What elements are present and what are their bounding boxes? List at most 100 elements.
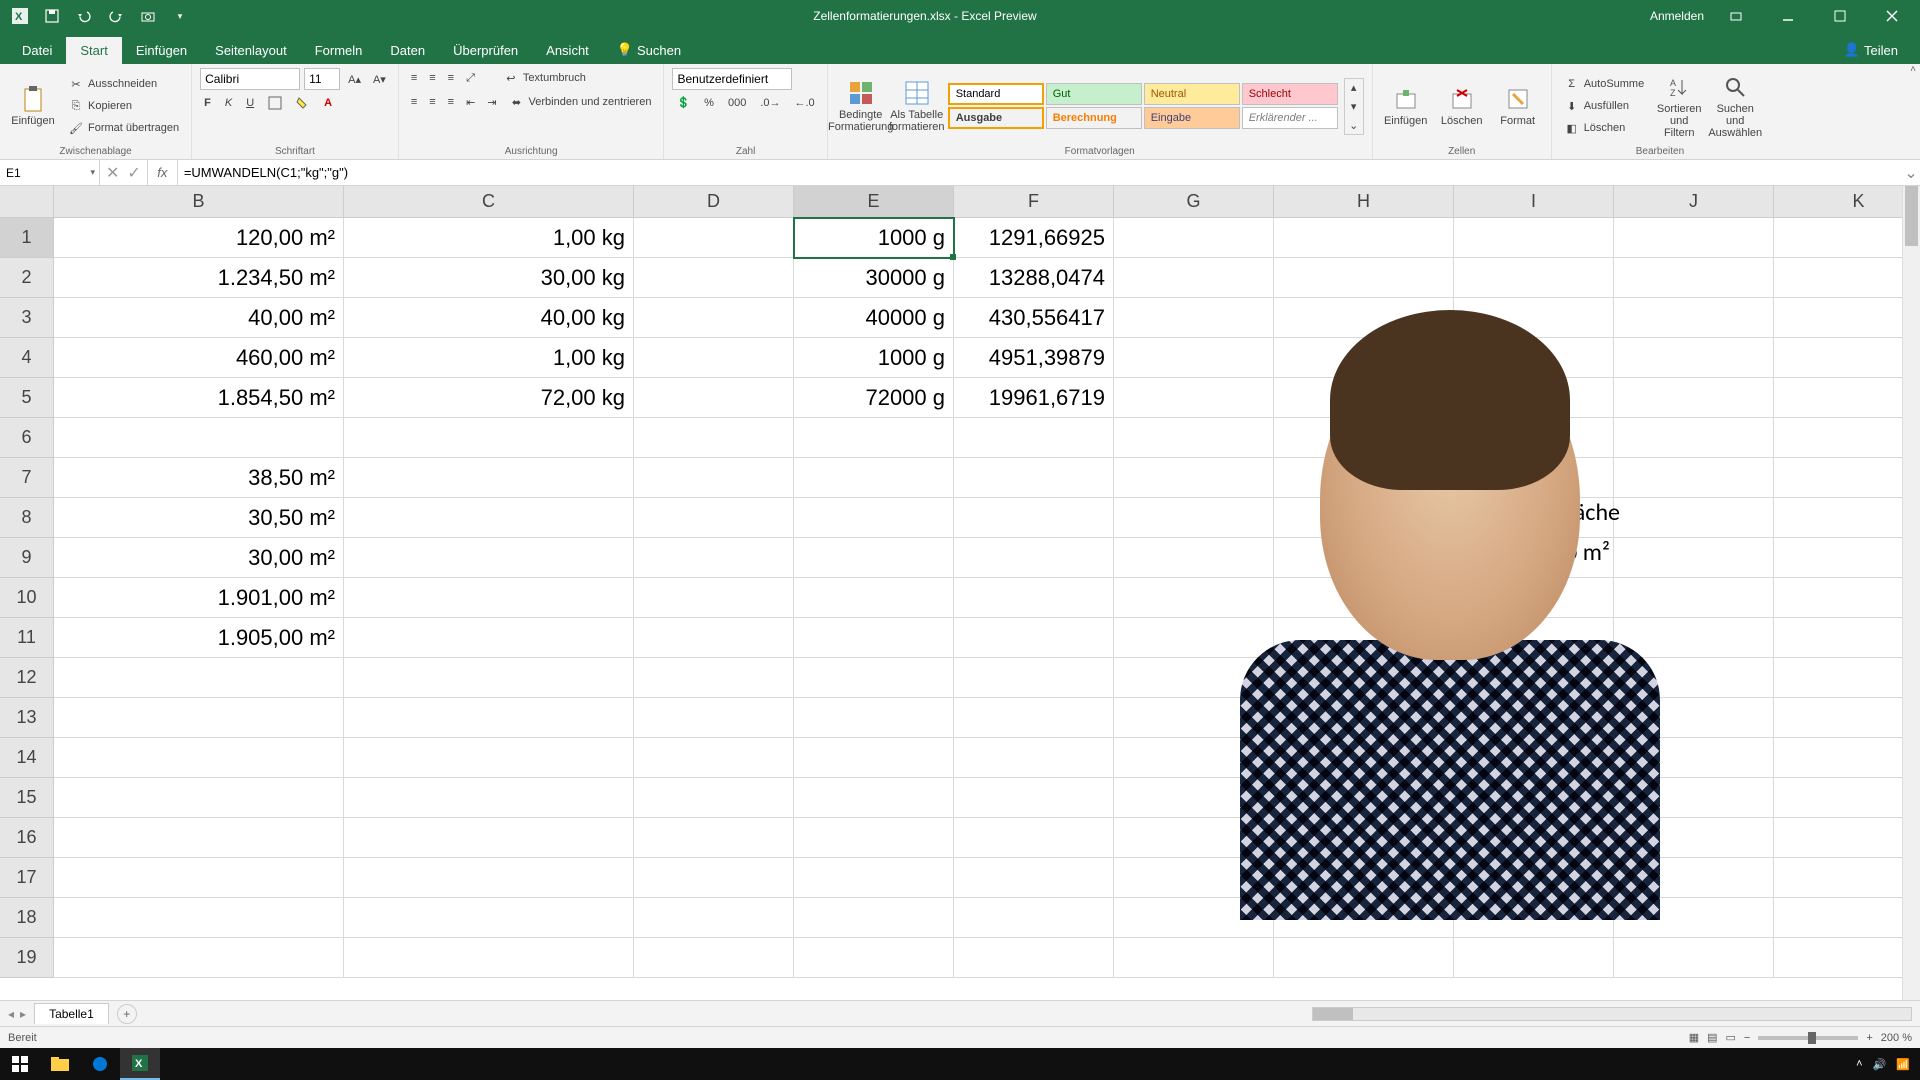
cell[interactable] [1774, 778, 1920, 818]
comma-icon[interactable]: 000 [724, 94, 750, 111]
cell[interactable] [954, 938, 1114, 978]
collapse-ribbon-icon[interactable]: ˄ [1910, 64, 1916, 75]
tab-daten[interactable]: Daten [376, 37, 439, 64]
sheet-nav-first-icon[interactable]: ◂ [8, 1007, 14, 1021]
cell[interactable] [1614, 578, 1774, 618]
cell[interactable] [344, 658, 634, 698]
align-bottom-icon[interactable]: ≡ [444, 70, 458, 86]
decrease-decimal-icon[interactable]: ←.0 [791, 94, 819, 111]
style-eingabe[interactable]: Eingabe [1144, 107, 1240, 129]
tab-seitenlayout[interactable]: Seitenlayout [201, 37, 301, 64]
cell[interactable] [1454, 658, 1614, 698]
cell[interactable]: 30,00 kg [344, 258, 634, 298]
cell[interactable]: 72,00 kg [344, 378, 634, 418]
cell[interactable] [1274, 898, 1454, 938]
cell[interactable] [1614, 378, 1774, 418]
column-header[interactable]: D [634, 186, 794, 218]
cell[interactable] [794, 498, 954, 538]
decrease-indent-icon[interactable]: ⇤ [462, 94, 479, 111]
row-header[interactable]: 7 [0, 458, 54, 498]
cell[interactable] [1614, 298, 1774, 338]
percent-icon[interactable]: % [700, 94, 718, 111]
cell[interactable]: 1.905,00 m² [54, 618, 344, 658]
font-name-select[interactable] [200, 68, 300, 90]
cell[interactable] [1614, 658, 1774, 698]
cell[interactable] [1114, 458, 1274, 498]
cell[interactable]: 13288,0474 [954, 258, 1114, 298]
cell[interactable] [1774, 458, 1920, 498]
cell[interactable] [954, 458, 1114, 498]
fill-color-button[interactable] [292, 94, 314, 112]
cell[interactable] [1774, 938, 1920, 978]
cell[interactable] [1454, 578, 1614, 618]
row-header[interactable]: 15 [0, 778, 54, 818]
view-page-layout-icon[interactable]: ▤ [1707, 1031, 1717, 1044]
cell[interactable] [954, 698, 1114, 738]
close-icon[interactable] [1872, 0, 1912, 32]
cell[interactable] [54, 778, 344, 818]
cell[interactable] [954, 578, 1114, 618]
cell[interactable] [1274, 418, 1454, 458]
paste-button[interactable]: Einfügen [8, 85, 58, 127]
cell[interactable] [1274, 298, 1454, 338]
horizontal-scrollbar-thumb[interactable] [1313, 1008, 1353, 1020]
cell[interactable] [1114, 738, 1274, 778]
cell[interactable] [794, 618, 954, 658]
cell[interactable] [1454, 778, 1614, 818]
cell[interactable] [1774, 698, 1920, 738]
cell[interactable] [794, 858, 954, 898]
cell[interactable] [1774, 818, 1920, 858]
row-header[interactable]: 11 [0, 618, 54, 658]
cell[interactable] [54, 938, 344, 978]
cell[interactable] [794, 418, 954, 458]
cell[interactable] [634, 778, 794, 818]
horizontal-scrollbar[interactable] [1312, 1007, 1912, 1021]
cell[interactable] [634, 418, 794, 458]
increase-indent-icon[interactable]: ⇥ [483, 94, 500, 111]
view-normal-icon[interactable]: ▦ [1689, 1031, 1699, 1044]
row-header[interactable]: 4 [0, 338, 54, 378]
cell[interactable] [344, 698, 634, 738]
style-berechnung[interactable]: Berechnung [1046, 107, 1142, 129]
vertical-scrollbar-thumb[interactable] [1905, 186, 1918, 246]
cell[interactable]: 1,00 kg [344, 218, 634, 258]
cell[interactable] [1614, 858, 1774, 898]
cell[interactable] [1274, 378, 1454, 418]
sort-filter-button[interactable]: AZSortieren und Filtern [1654, 73, 1704, 139]
cell[interactable] [1114, 938, 1274, 978]
cell[interactable] [634, 378, 794, 418]
taskbar-edge-icon[interactable] [80, 1048, 120, 1080]
sign-in-link[interactable]: Anmelden [1650, 9, 1704, 23]
cell[interactable]: 1.901,00 m² [54, 578, 344, 618]
cell[interactable] [1774, 898, 1920, 938]
cell[interactable] [634, 578, 794, 618]
cell[interactable] [1274, 698, 1454, 738]
formula-input[interactable]: =UMWANDELN(C1;"kg";"g") [178, 160, 1902, 185]
autosum-button[interactable]: ΣAutoSumme [1560, 74, 1649, 94]
spreadsheet-grid[interactable]: BCDEFGHIJK1120,00 m²1,00 kg1000 g1291,66… [0, 186, 1920, 1000]
sheet-tab-1[interactable]: Tabelle1 [34, 1003, 109, 1024]
cell[interactable] [634, 258, 794, 298]
tab-datei[interactable]: Datei [8, 37, 66, 64]
cell[interactable] [794, 698, 954, 738]
cell[interactable] [1614, 458, 1774, 498]
cell[interactable] [1614, 418, 1774, 458]
cell[interactable] [1454, 898, 1614, 938]
cell[interactable] [634, 458, 794, 498]
cell[interactable] [794, 778, 954, 818]
cell[interactable] [1274, 658, 1454, 698]
decrease-font-icon[interactable]: A▾ [369, 68, 390, 90]
cell[interactable] [344, 618, 634, 658]
row-header[interactable]: 6 [0, 418, 54, 458]
cell[interactable] [1614, 698, 1774, 738]
cell[interactable] [1454, 698, 1614, 738]
column-header[interactable]: I [1454, 186, 1614, 218]
cut-button[interactable]: ✂Ausschneiden [64, 74, 183, 94]
row-header[interactable]: 18 [0, 898, 54, 938]
cell[interactable] [1774, 858, 1920, 898]
cell[interactable] [1774, 538, 1920, 578]
cell[interactable] [1614, 778, 1774, 818]
tray-volume-icon[interactable]: 🔊 [1873, 1058, 1887, 1071]
row-header[interactable]: 2 [0, 258, 54, 298]
cell[interactable] [1114, 658, 1274, 698]
